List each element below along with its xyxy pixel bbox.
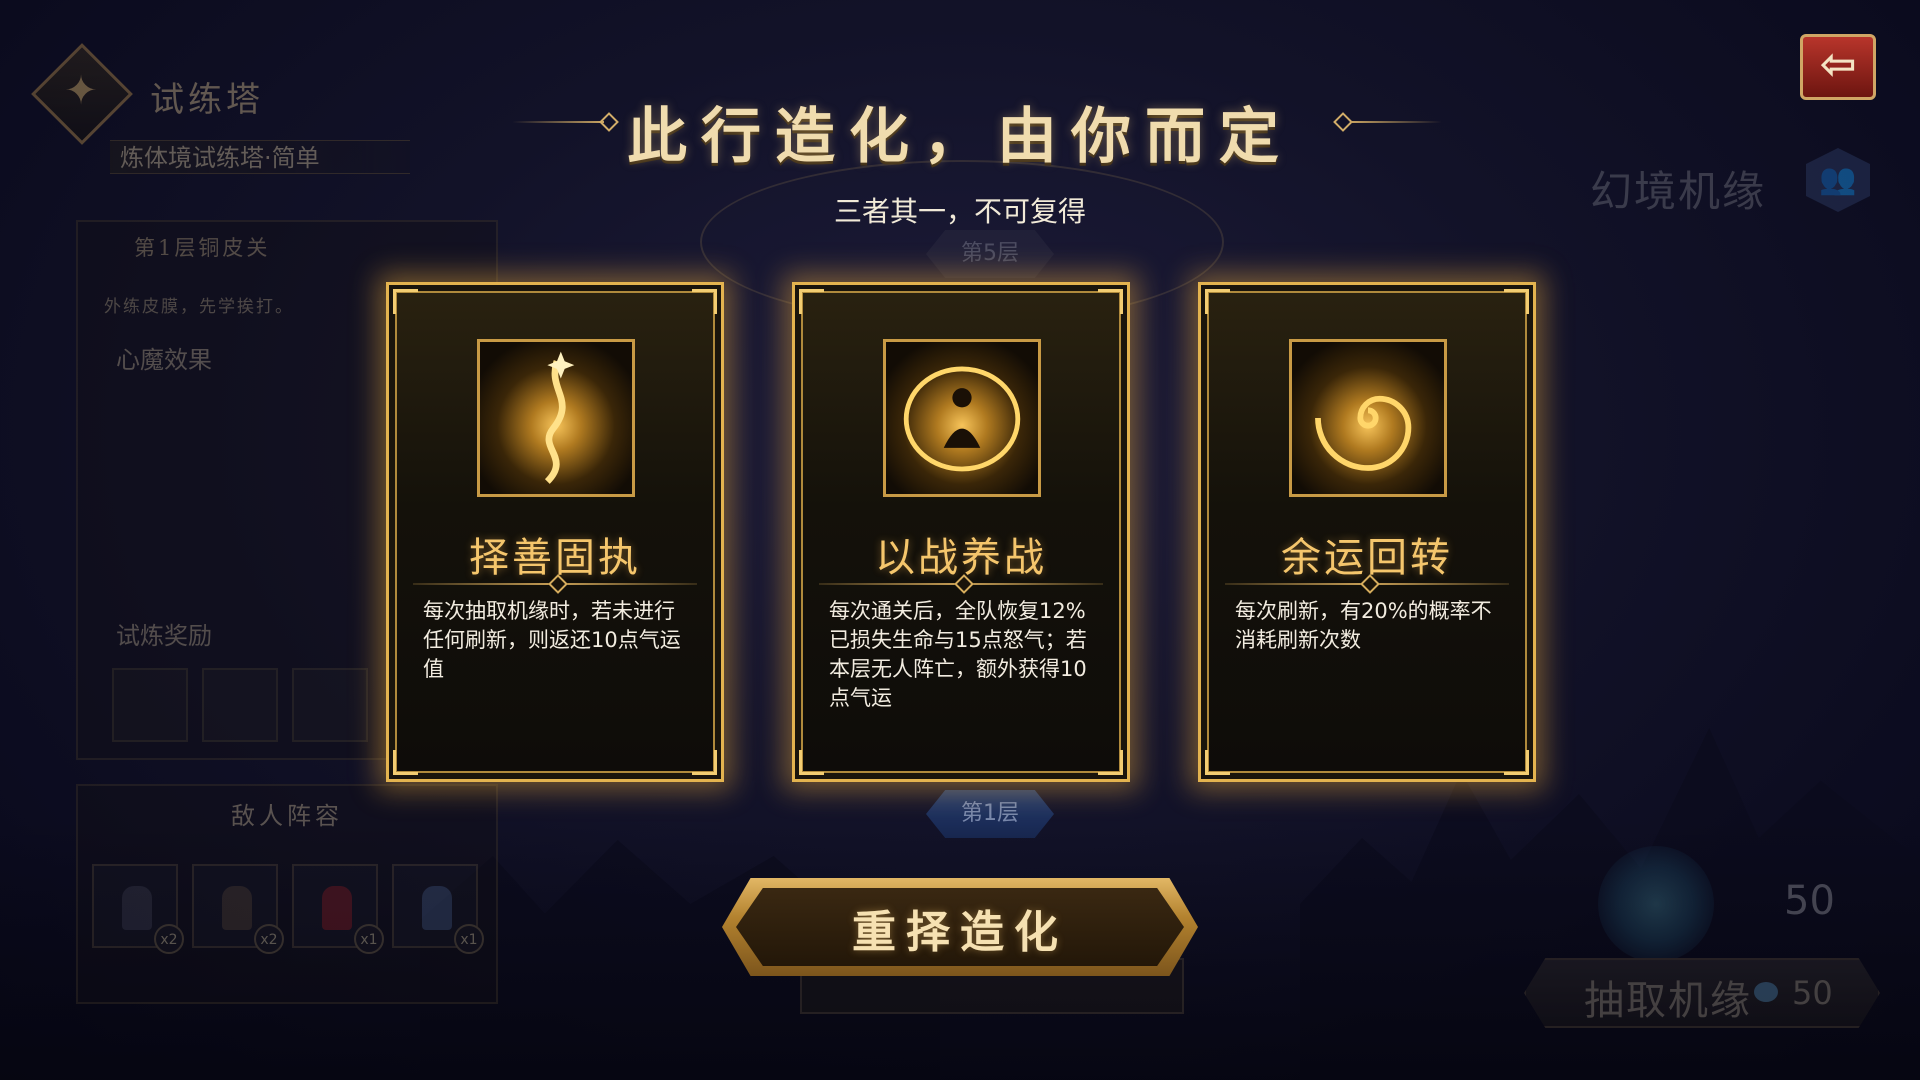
orb-count: 50 [1784, 878, 1835, 924]
choice-card[interactable]: 余运回转 每次刷新，有20%的概率不消耗刷新次数 [1198, 282, 1536, 782]
floor-description: 外练皮膜，先学挨打。 [104, 297, 294, 317]
reward-slot[interactable] [202, 668, 278, 742]
golden-flame-icon [477, 339, 635, 497]
floor-marker-bottom: 第1层 [926, 790, 1054, 838]
reward-slot[interactable] [112, 668, 188, 742]
meditating-figure-icon [883, 339, 1041, 497]
card-description: 每次通关后，全队恢复12%已损失生命与15点怒气；若本层无人阵亡，额外获得10点… [829, 599, 1087, 710]
enemy-count: x1 [354, 924, 384, 954]
enemy-count: x2 [154, 924, 184, 954]
spirit-gem-icon [1754, 982, 1778, 1002]
card-title: 以战养战 [875, 535, 1047, 581]
back-arrow-icon: ⇦ [1819, 39, 1857, 90]
monk-icon [222, 886, 252, 930]
enemy-slot[interactable]: x1 [392, 864, 484, 954]
swirl-vortex-icon [1289, 339, 1447, 497]
card-title: 余运回转 [1281, 535, 1453, 581]
enemy-lineup-heading: 敌人阵容 [231, 802, 343, 830]
page-subtitle: 三者其一，不可复得 [833, 195, 1086, 228]
spirit-orb-icon [1598, 846, 1714, 962]
floor-marker-top: 第5层 [926, 230, 1054, 278]
enemy-slot[interactable]: x2 [192, 864, 284, 954]
card-description: 每次刷新，有20%的概率不消耗刷新次数 [1235, 599, 1492, 652]
card-title: 择善固执 [469, 535, 641, 581]
red-figure-icon [322, 886, 352, 930]
floor-name: 第1层铜皮关 [134, 236, 271, 260]
card-description: 每次抽取机缘时，若未进行任何刷新，则返还10点气运值 [423, 599, 681, 681]
heading-ornament-right [1350, 121, 1442, 123]
reselect-button[interactable] [722, 878, 1198, 976]
enemy-slot[interactable]: x1 [292, 864, 384, 954]
reward-slot[interactable] [292, 668, 368, 742]
page-title: 此行造化，由你而定 [627, 102, 1293, 172]
enemy-count: x1 [454, 924, 484, 954]
beast-icon [422, 886, 452, 930]
warrior-icon [122, 886, 152, 930]
enemy-slot[interactable]: x2 [92, 864, 184, 954]
reward-heading: 试炼奖励 [116, 622, 212, 650]
draw-chance-label: 抽取机缘 [1584, 978, 1752, 1024]
draw-cost: 50 [1792, 974, 1833, 1012]
choice-card[interactable]: 择善固执 每次抽取机缘时，若未进行任何刷新，则返还10点气运值 [386, 282, 724, 782]
enemy-count: x2 [254, 924, 284, 954]
choice-card[interactable]: 以战养战 每次通关后，全队恢复12%已损失生命与15点怒气；若本层无人阵亡，额外… [792, 282, 1130, 782]
demon-effect-heading: 心魔效果 [116, 346, 212, 374]
